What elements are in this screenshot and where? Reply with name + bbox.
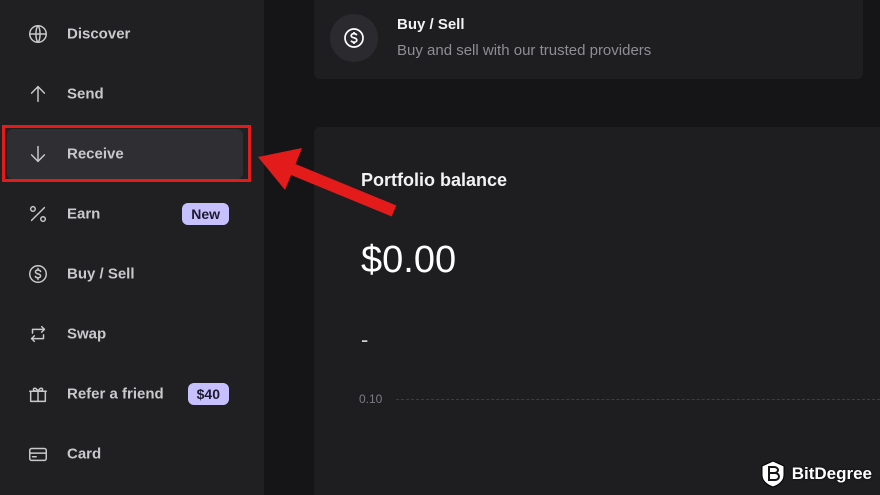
card-icon: [26, 442, 50, 466]
sidebar-item-label: Send: [67, 85, 104, 103]
bitdegree-watermark: BitDegree: [760, 460, 872, 488]
bitdegree-wordmark: BitDegree: [791, 464, 872, 483]
dollar-coin-icon: [330, 14, 378, 62]
bitdegree-logo-icon: [760, 460, 786, 488]
sidebar: Discover Send Receive Earn New Buy / Sel…: [0, 0, 264, 495]
chart-y-tick: 0.10: [359, 392, 383, 406]
sidebar-item-label: Swap: [67, 325, 107, 343]
dollar-coin-icon: [26, 262, 50, 286]
chart-gridline: [396, 399, 880, 400]
portfolio-change: -: [361, 327, 369, 352]
receive-highlight-box: [2, 125, 251, 182]
sidebar-item-buy-sell[interactable]: Buy / Sell: [7, 249, 243, 299]
new-badge: New: [182, 203, 229, 225]
percent-icon: [26, 202, 50, 226]
buy-sell-title: Buy / Sell: [397, 16, 465, 33]
sidebar-item-card[interactable]: Card: [7, 429, 243, 479]
sidebar-item-earn[interactable]: Earn New: [7, 189, 243, 239]
sidebar-item-label: Discover: [67, 25, 131, 43]
portfolio-title: Portfolio balance: [361, 170, 508, 190]
arrow-up-icon: [26, 82, 50, 106]
globe-icon: [26, 22, 50, 46]
gift-icon: [26, 382, 50, 406]
sidebar-item-label: Earn: [67, 205, 101, 223]
portfolio-panel: Portfolio balance $0.00 - 0.10: [314, 127, 880, 495]
sidebar-item-send[interactable]: Send: [7, 69, 243, 119]
swap-icon: [26, 322, 50, 346]
sidebar-item-label: Card: [67, 445, 102, 463]
buy-sell-card[interactable]: Buy / Sell Buy and sell with our trusted…: [314, 0, 863, 79]
portfolio-balance: $0.00: [361, 239, 457, 281]
sidebar-item-swap[interactable]: Swap: [7, 309, 243, 359]
sidebar-item-label: Buy / Sell: [67, 265, 135, 283]
sidebar-item-discover[interactable]: Discover: [7, 9, 243, 59]
sidebar-item-refer-a-friend[interactable]: Refer a friend $40: [7, 369, 243, 419]
buy-sell-subtitle: Buy and sell with our trusted providers: [397, 42, 652, 59]
referral-reward-badge: $40: [187, 383, 229, 405]
sidebar-item-label: Refer a friend: [67, 385, 164, 403]
